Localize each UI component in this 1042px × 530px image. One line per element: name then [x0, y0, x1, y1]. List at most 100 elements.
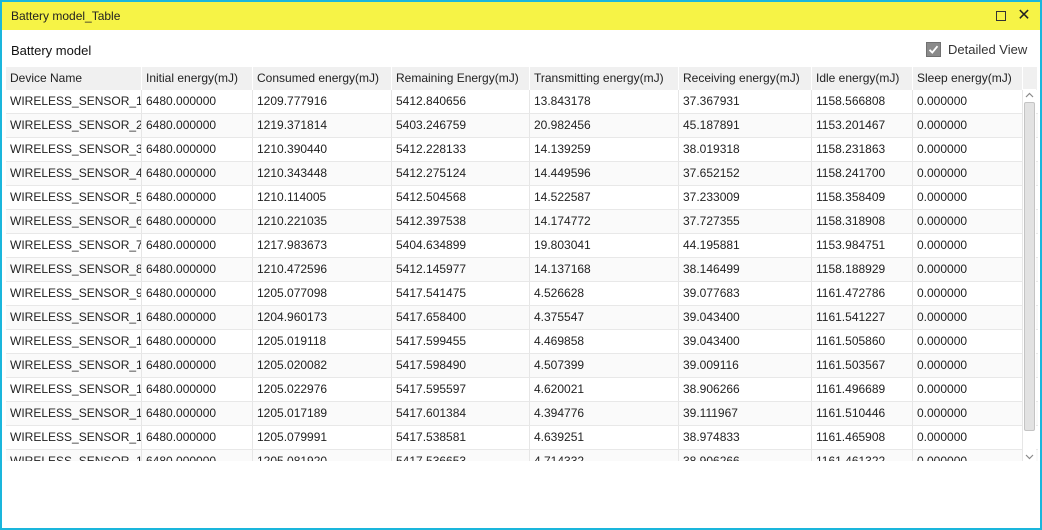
- energy-cell[interactable]: 1161.461322: [812, 450, 913, 461]
- energy-cell[interactable]: 4.394776: [530, 402, 679, 426]
- energy-cell[interactable]: 0.000000: [913, 114, 1023, 138]
- scroll-thumb[interactable]: [1024, 102, 1035, 431]
- detailed-view-toggle[interactable]: Detailed View: [926, 42, 1027, 57]
- energy-cell[interactable]: 6480.000000: [142, 210, 253, 234]
- energy-cell[interactable]: 4.375547: [530, 306, 679, 330]
- energy-cell[interactable]: 39.111967: [679, 402, 812, 426]
- energy-cell[interactable]: 1158.358409: [812, 186, 913, 210]
- energy-cell[interactable]: 14.174772: [530, 210, 679, 234]
- energy-cell[interactable]: 6480.000000: [142, 450, 253, 461]
- energy-cell[interactable]: 1158.241700: [812, 162, 913, 186]
- scroll-up-button[interactable]: [1023, 89, 1036, 101]
- column-header[interactable]: Receiving energy(mJ): [679, 67, 812, 90]
- energy-cell[interactable]: 6480.000000: [142, 162, 253, 186]
- energy-cell[interactable]: 0.000000: [913, 378, 1023, 402]
- energy-cell[interactable]: 38.906266: [679, 378, 812, 402]
- energy-cell[interactable]: 4.507399: [530, 354, 679, 378]
- energy-cell[interactable]: 1205.081920: [253, 450, 392, 461]
- energy-cell[interactable]: 5417.598490: [392, 354, 530, 378]
- energy-cell[interactable]: 0.000000: [913, 90, 1023, 114]
- maximize-button[interactable]: [990, 6, 1012, 26]
- energy-cell[interactable]: 45.187891: [679, 114, 812, 138]
- energy-cell[interactable]: 4.469858: [530, 330, 679, 354]
- energy-cell[interactable]: 0.000000: [913, 402, 1023, 426]
- energy-cell[interactable]: 1219.371814: [253, 114, 392, 138]
- energy-cell[interactable]: 0.000000: [913, 354, 1023, 378]
- device-name-cell[interactable]: WIRELESS_SENSOR_6: [6, 210, 142, 234]
- energy-cell[interactable]: 1205.017189: [253, 402, 392, 426]
- device-name-cell[interactable]: WIRELESS_SENSOR_10: [6, 306, 142, 330]
- energy-cell[interactable]: 4.639251: [530, 426, 679, 450]
- energy-cell[interactable]: 4.620021: [530, 378, 679, 402]
- energy-cell[interactable]: 1158.231863: [812, 138, 913, 162]
- energy-cell[interactable]: 0.000000: [913, 138, 1023, 162]
- column-header[interactable]: Sleep energy(mJ): [913, 67, 1023, 90]
- energy-cell[interactable]: 6480.000000: [142, 258, 253, 282]
- energy-cell[interactable]: 5417.599455: [392, 330, 530, 354]
- energy-cell[interactable]: 5417.541475: [392, 282, 530, 306]
- energy-cell[interactable]: 37.367931: [679, 90, 812, 114]
- energy-cell[interactable]: 6480.000000: [142, 402, 253, 426]
- title-bar[interactable]: Battery model_Table ✕: [2, 2, 1040, 30]
- energy-cell[interactable]: 1161.472786: [812, 282, 913, 306]
- energy-cell[interactable]: 20.982456: [530, 114, 679, 138]
- energy-cell[interactable]: 39.043400: [679, 330, 812, 354]
- energy-cell[interactable]: 1153.201467: [812, 114, 913, 138]
- energy-cell[interactable]: 39.009116: [679, 354, 812, 378]
- energy-cell[interactable]: 5417.538581: [392, 426, 530, 450]
- energy-cell[interactable]: 1210.343448: [253, 162, 392, 186]
- device-name-cell[interactable]: WIRELESS_SENSOR_8: [6, 258, 142, 282]
- energy-cell[interactable]: 39.043400: [679, 306, 812, 330]
- energy-cell[interactable]: 38.974833: [679, 426, 812, 450]
- device-name-cell[interactable]: WIRELESS_SENSOR_5: [6, 186, 142, 210]
- energy-cell[interactable]: 6480.000000: [142, 186, 253, 210]
- energy-cell[interactable]: 6480.000000: [142, 354, 253, 378]
- energy-cell[interactable]: 0.000000: [913, 282, 1023, 306]
- energy-cell[interactable]: 5417.595597: [392, 378, 530, 402]
- device-name-cell[interactable]: WIRELESS_SENSOR_11: [6, 330, 142, 354]
- energy-cell[interactable]: 1210.221035: [253, 210, 392, 234]
- energy-cell[interactable]: 5412.228133: [392, 138, 530, 162]
- device-name-cell[interactable]: WIRELESS_SENSOR_12: [6, 354, 142, 378]
- detailed-view-checkbox[interactable]: [926, 42, 941, 57]
- energy-cell[interactable]: 1205.020082: [253, 354, 392, 378]
- device-name-cell[interactable]: WIRELESS_SENSOR_4: [6, 162, 142, 186]
- energy-cell[interactable]: 1210.472596: [253, 258, 392, 282]
- energy-cell[interactable]: 14.137168: [530, 258, 679, 282]
- energy-cell[interactable]: 0.000000: [913, 306, 1023, 330]
- energy-cell[interactable]: 5412.275124: [392, 162, 530, 186]
- energy-cell[interactable]: 4.714332: [530, 450, 679, 461]
- energy-cell[interactable]: 1161.510446: [812, 402, 913, 426]
- energy-cell[interactable]: 0.000000: [913, 450, 1023, 461]
- energy-cell[interactable]: 0.000000: [913, 426, 1023, 450]
- energy-cell[interactable]: 5417.601384: [392, 402, 530, 426]
- energy-cell[interactable]: 19.803041: [530, 234, 679, 258]
- energy-cell[interactable]: 6480.000000: [142, 90, 253, 114]
- close-button[interactable]: ✕: [1013, 6, 1035, 26]
- energy-cell[interactable]: 5417.536653: [392, 450, 530, 461]
- column-header[interactable]: Remaining Energy(mJ): [392, 67, 530, 90]
- device-name-cell[interactable]: WIRELESS_SENSOR_14: [6, 402, 142, 426]
- energy-cell[interactable]: 0.000000: [913, 258, 1023, 282]
- energy-cell[interactable]: 5403.246759: [392, 114, 530, 138]
- column-header[interactable]: Device Name: [6, 67, 142, 90]
- energy-cell[interactable]: 1205.079991: [253, 426, 392, 450]
- energy-cell[interactable]: 38.019318: [679, 138, 812, 162]
- energy-cell[interactable]: 1217.983673: [253, 234, 392, 258]
- energy-cell[interactable]: 0.000000: [913, 186, 1023, 210]
- column-header[interactable]: Consumed energy(mJ): [253, 67, 392, 90]
- energy-cell[interactable]: 1210.114005: [253, 186, 392, 210]
- energy-cell[interactable]: 1205.022976: [253, 378, 392, 402]
- energy-cell[interactable]: 38.146499: [679, 258, 812, 282]
- energy-cell[interactable]: 14.522587: [530, 186, 679, 210]
- column-header[interactable]: Initial energy(mJ): [142, 67, 253, 90]
- energy-cell[interactable]: 5412.145977: [392, 258, 530, 282]
- energy-cell[interactable]: 1204.960173: [253, 306, 392, 330]
- device-name-cell[interactable]: WIRELESS_SENSOR_13: [6, 378, 142, 402]
- energy-cell[interactable]: 1205.077098: [253, 282, 392, 306]
- energy-cell[interactable]: 1205.019118: [253, 330, 392, 354]
- energy-cell[interactable]: 6480.000000: [142, 330, 253, 354]
- energy-cell[interactable]: 1161.503567: [812, 354, 913, 378]
- energy-cell[interactable]: 1161.496689: [812, 378, 913, 402]
- energy-cell[interactable]: 1153.984751: [812, 234, 913, 258]
